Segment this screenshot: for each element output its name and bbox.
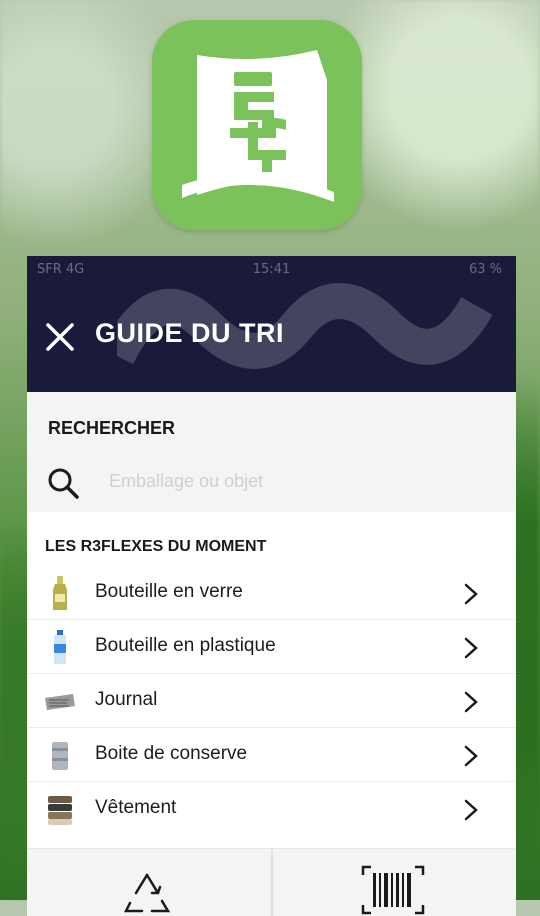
list-item-label: Bouteille en plastique [95,635,276,656]
guide-screen: SFR 4G 15:41 63 % GUIDE DU TRI RECHERCHE… [27,256,516,916]
app-logo [152,20,362,230]
page-title: GUIDE DU TRI [95,318,285,348]
battery-label: 63 % [468,262,502,277]
list-item[interactable]: Vêtement [27,782,516,835]
header-bar: SFR 4G 15:41 63 % GUIDE DU TRI [27,256,516,392]
search-label: RECHERCHER [48,418,176,438]
search-input[interactable] [107,462,491,500]
chevron-right-icon [464,583,478,605]
list-item[interactable]: Bouteille en verre [27,566,516,620]
list-item-label: Bouteille en verre [95,581,243,602]
list-item-label: Vêtement [95,797,177,818]
moment-list: LES R3FLEXES DU MOMENT Bouteille en verr… [27,512,516,835]
list-item[interactable]: Bouteille en plastique [27,620,516,674]
recycle-icon[interactable] [122,871,172,916]
chevron-right-icon [464,745,478,767]
plastic-bottle-icon [45,630,75,664]
newspaper-icon [45,684,75,718]
list-item-label: Journal [95,689,158,710]
close-icon[interactable] [45,322,75,352]
glass-bottle-icon [45,576,75,610]
status-bar: SFR 4G 15:41 63 % [27,262,516,280]
barcode-icon[interactable] [361,865,425,915]
clock: 15:41 [252,262,291,277]
list-item[interactable]: Journal [27,674,516,728]
moment-title: LES R3FLEXES DU MOMENT [45,538,267,555]
can-icon [45,738,75,772]
list-item[interactable]: Boite de conserve [27,728,516,782]
search-section: RECHERCHER [27,392,516,512]
chevron-right-icon [464,799,478,821]
chevron-right-icon [464,637,478,659]
list-item-label: Boite de conserve [95,743,248,764]
chevron-right-icon [464,691,478,713]
search-icon[interactable] [45,465,81,501]
clothes-icon [45,792,75,826]
bottom-bar [27,848,516,916]
divider [271,849,273,916]
